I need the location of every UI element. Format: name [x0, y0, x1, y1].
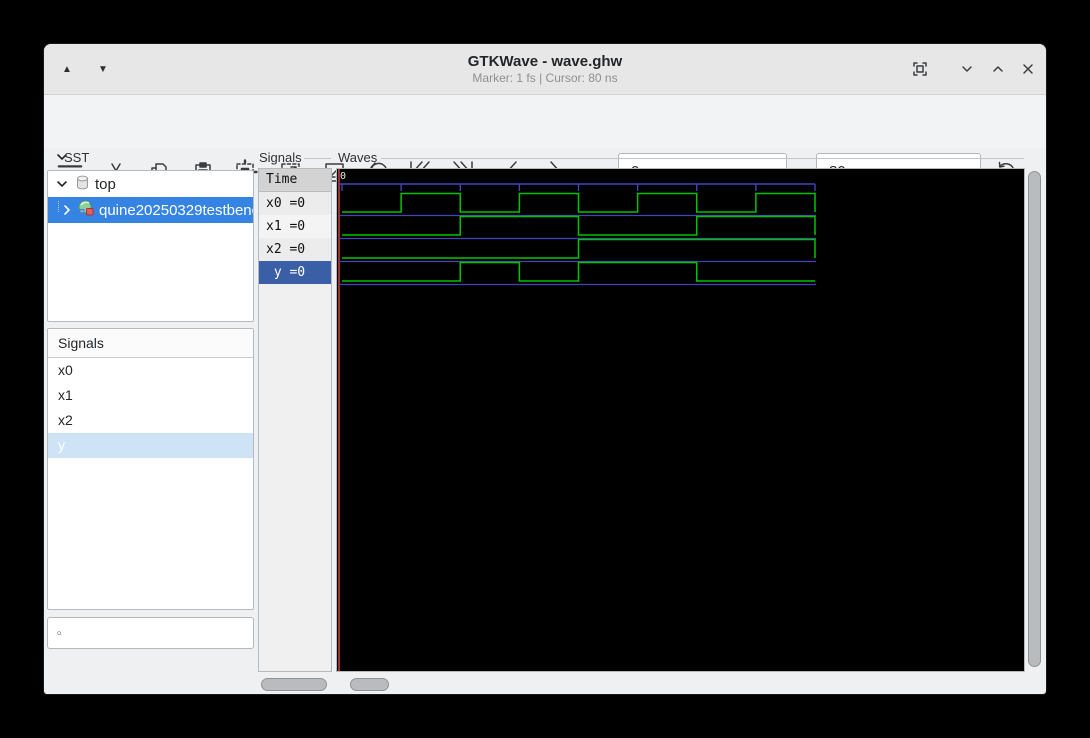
waves-frame-label: Waves	[338, 150, 378, 165]
module-icon	[77, 199, 95, 221]
values-panel: Time x0 =0 x1 =0 x2 =0 y =0	[258, 168, 332, 672]
sst-label: SST	[64, 150, 90, 165]
gtkwave-window: ▲ ▼ GTKWave - wave.ghw Marker: 1 fs | Cu…	[44, 44, 1046, 694]
values-hscrollbar[interactable]	[258, 677, 332, 691]
tree-connector	[58, 200, 59, 212]
keep-above-button[interactable]: ▲	[52, 44, 82, 94]
wave-canvas[interactable]: 0	[337, 169, 1024, 671]
waves-vscrollbar-thumb[interactable]	[1028, 171, 1041, 667]
sst-tree-panel: top quine20250329testbench	[47, 170, 254, 322]
signal-filter-input[interactable]	[68, 624, 253, 642]
triangle-up-icon: ▲	[62, 63, 72, 75]
list-item-y[interactable]: y	[48, 433, 253, 458]
signal-list-header[interactable]: Signals	[48, 329, 253, 358]
scope-icon	[74, 174, 91, 195]
chevron-up-icon	[993, 66, 1003, 72]
search-icon	[57, 630, 62, 636]
list-item-x0[interactable]: x0	[48, 358, 253, 383]
tree-item-top[interactable]: top	[48, 171, 253, 197]
expander-right-icon[interactable]	[61, 204, 73, 216]
value-row-x1[interactable]: x1 =0	[259, 215, 331, 238]
minimize-button[interactable]	[951, 44, 983, 94]
signal-filter	[47, 617, 254, 649]
fullscreen-button[interactable]	[904, 44, 936, 94]
frame-line	[304, 158, 331, 159]
close-button[interactable]	[1012, 44, 1044, 94]
tree-item-testbench[interactable]: quine20250329testbench	[48, 197, 253, 223]
maximize-button[interactable]	[982, 44, 1014, 94]
svg-text:0: 0	[340, 171, 346, 182]
waves-vscrollbar[interactable]	[1027, 168, 1041, 672]
values-hscrollbar-thumb[interactable]	[261, 678, 327, 691]
tree-item-label: quine20250329testbench	[99, 201, 253, 219]
marker-cursor-status: Marker: 1 fs | Cursor: 80 ns	[472, 71, 618, 85]
fullscreen-icon	[913, 62, 927, 76]
waves-hscrollbar-thumb[interactable]	[350, 678, 389, 691]
triangle-down-icon: ▼	[98, 63, 108, 75]
values-frame-label: Signals	[259, 150, 302, 165]
main-content: SST top quine20250329testbench Signals x…	[44, 148, 1046, 694]
desktop: ▲ ▼ GTKWave - wave.ghw Marker: 1 fs | Cu…	[0, 0, 1090, 738]
list-item-x1[interactable]: x1	[48, 383, 253, 408]
waves-hscrollbar[interactable]	[336, 677, 1025, 691]
list-item-x2[interactable]: x2	[48, 408, 253, 433]
time-header[interactable]: Time	[259, 169, 331, 192]
window-title: GTKWave - wave.ghw	[467, 53, 623, 70]
value-row-y[interactable]: y =0	[259, 261, 331, 284]
tree-item-label: top	[95, 175, 116, 193]
toolbar: From: To:	[44, 95, 1046, 189]
waves-panel[interactable]: 0	[336, 168, 1025, 672]
value-row-x0[interactable]: x0 =0	[259, 192, 331, 215]
chevron-down-icon	[962, 66, 972, 72]
expander-down-icon	[54, 178, 70, 190]
close-icon	[1023, 64, 1033, 74]
signal-list-panel: Signals x0 x1 x2 y	[47, 328, 254, 610]
titlebar[interactable]: ▲ ▼ GTKWave - wave.ghw Marker: 1 fs | Cu…	[44, 44, 1046, 95]
frame-line	[381, 158, 1024, 159]
value-row-x2[interactable]: x2 =0	[259, 238, 331, 261]
keep-below-button[interactable]: ▼	[88, 44, 118, 94]
